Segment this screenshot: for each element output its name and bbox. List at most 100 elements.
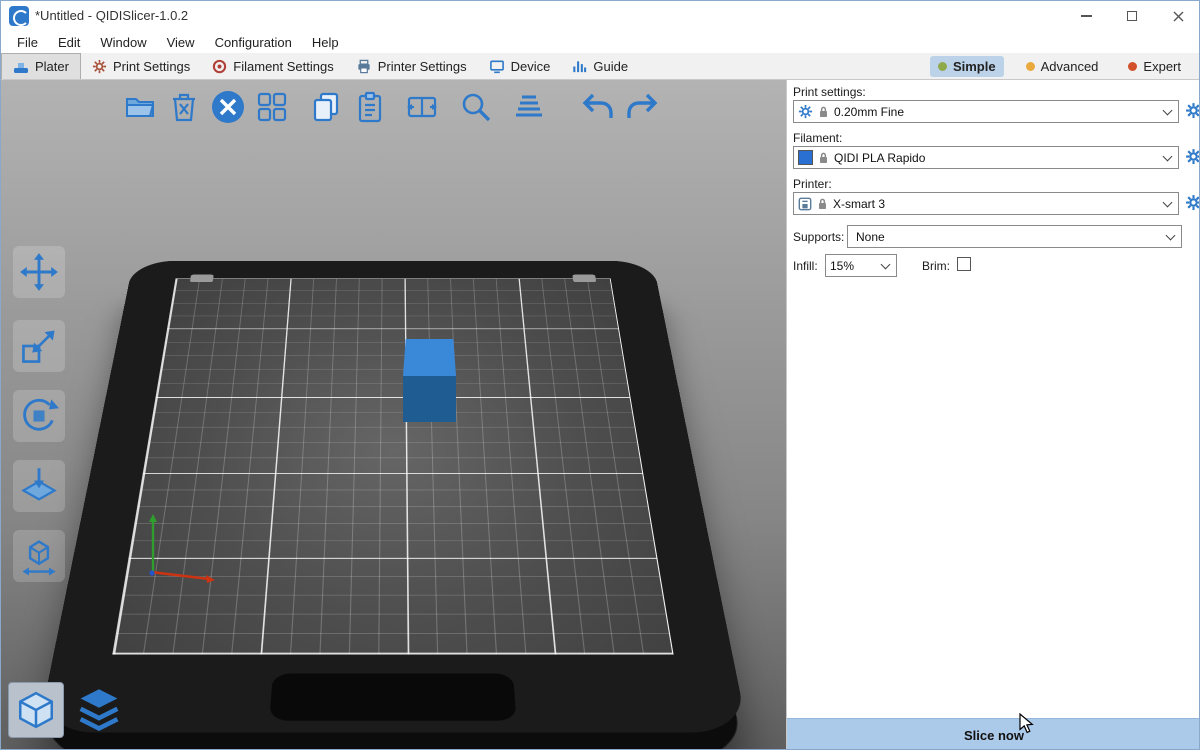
mode-switcher: Simple Advanced Expert [930,53,1200,79]
brim-label: Brim: [922,259,950,273]
axes-indicator [139,508,229,592]
printer-combobox[interactable]: X-smart 3 [793,192,1179,215]
infill-combobox[interactable]: 15% [825,254,897,277]
mouse-cursor [1019,713,1035,735]
printer-edit-button[interactable] [1185,194,1200,212]
variable-layer-height-button[interactable] [511,89,547,125]
delete-all-button[interactable] [210,89,246,125]
slice-now-button[interactable]: Slice now [787,718,1200,750]
expert-mode-dot-icon [1128,62,1137,71]
undo-icon [581,91,615,123]
guide-bars-icon [572,59,587,74]
supports-value: None [852,230,1162,244]
lock-icon [818,105,829,118]
print-bed [38,261,749,733]
filament-value: QIDI PLA Rapido [834,151,1159,165]
tab-filament-settings[interactable]: Filament Settings [201,53,344,79]
print-settings-combobox[interactable]: 0.20mm Fine [793,100,1179,123]
measure-icon [19,536,59,576]
filament-label: Filament: [793,131,842,145]
infill-value: 15% [830,259,877,273]
paste-button[interactable] [352,89,388,125]
chevron-down-icon [1163,197,1173,207]
tab-guide[interactable]: Guide [561,53,639,79]
3d-viewport[interactable] [1,80,786,750]
title-bar: *Untitled - QIDISlicer-1.0.2 [1,1,1200,31]
tab-printer-settings[interactable]: Printer Settings [345,53,478,79]
split-to-objects-icon [405,91,439,123]
delete-trash-icon [169,91,199,123]
3d-editor-view-button[interactable] [8,682,64,738]
edit-gear-icon [1185,102,1200,119]
rotate-tool-button[interactable] [13,390,65,442]
open-folder-button[interactable] [122,89,158,125]
place-on-face-tool-button[interactable] [13,460,65,512]
minimize-button[interactable] [1063,1,1109,31]
mode-simple[interactable]: Simple [930,56,1004,77]
menu-edit[interactable]: Edit [48,33,90,52]
scale-icon [19,326,59,366]
tab-plater[interactable]: Plater [1,53,81,79]
place-on-face-icon [19,466,59,506]
cube-front-face [403,376,456,422]
cube-top-face [403,339,456,376]
scene [1,80,786,750]
app-window: *Untitled - QIDISlicer-1.0.2 File Edit W… [0,0,1200,750]
rotate-icon [19,396,59,436]
model-object-cube[interactable] [403,339,456,422]
window-controls [1063,1,1200,31]
split-to-objects-button[interactable] [404,89,440,125]
infill-label: Infill: [793,259,818,273]
window-title: *Untitled - QIDISlicer-1.0.2 [35,8,188,23]
menu-configuration[interactable]: Configuration [205,33,302,52]
filament-color-swatch [798,150,813,165]
mode-expert[interactable]: Expert [1120,56,1189,77]
redo-icon [625,91,659,123]
tab-device[interactable]: Device [478,53,562,79]
chevron-down-icon [1163,105,1173,115]
gear-icon [92,59,107,74]
close-button[interactable] [1155,1,1200,31]
copy-button[interactable] [308,89,344,125]
preview-view-button[interactable] [71,682,127,738]
measure-tool-button[interactable] [13,530,65,582]
supports-combobox[interactable]: None [847,225,1182,248]
device-monitor-icon [489,59,505,74]
print-settings-label: Print settings: [793,85,866,99]
plater-icon [13,59,29,75]
brim-checkbox[interactable] [957,257,971,271]
maximize-button[interactable] [1109,1,1155,31]
bed-handle-cutout [269,673,516,720]
print-settings-value: 0.20mm Fine [834,105,1159,119]
chevron-down-icon [1163,151,1173,161]
arrange-button[interactable] [254,89,290,125]
move-tool-button[interactable] [13,246,65,298]
undo-button[interactable] [580,89,616,125]
menu-view[interactable]: View [157,33,205,52]
layers-preview-icon [76,687,122,733]
lock-icon [818,151,829,164]
mode-advanced[interactable]: Advanced [1018,56,1107,77]
filament-edit-button[interactable] [1185,148,1200,166]
delete-button[interactable] [166,89,202,125]
tab-print-settings[interactable]: Print Settings [81,53,201,79]
copy-icon [311,91,341,123]
menu-help[interactable]: Help [302,33,349,52]
menu-window[interactable]: Window [90,33,156,52]
supports-label: Supports: [793,230,844,244]
open-folder-icon [124,91,156,123]
printer-value: X-smart 3 [833,197,1159,211]
simple-mode-dot-icon [938,62,947,71]
filament-combobox[interactable]: QIDI PLA Rapido [793,146,1179,169]
chevron-down-icon [1166,230,1176,240]
settings-sidebar: Print settings: 0.20mm Fine Filament: QI… [786,80,1200,750]
variable-layer-height-icon [513,91,545,123]
printer-small-icon [798,197,812,211]
menu-file[interactable]: File [7,33,48,52]
print-settings-edit-button[interactable] [1185,102,1200,120]
redo-button[interactable] [624,89,660,125]
bed-clip-right [572,275,596,282]
search-button[interactable] [458,89,494,125]
scale-tool-button[interactable] [13,320,65,372]
menu-bar: File Edit Window View Configuration Help [1,31,1200,53]
